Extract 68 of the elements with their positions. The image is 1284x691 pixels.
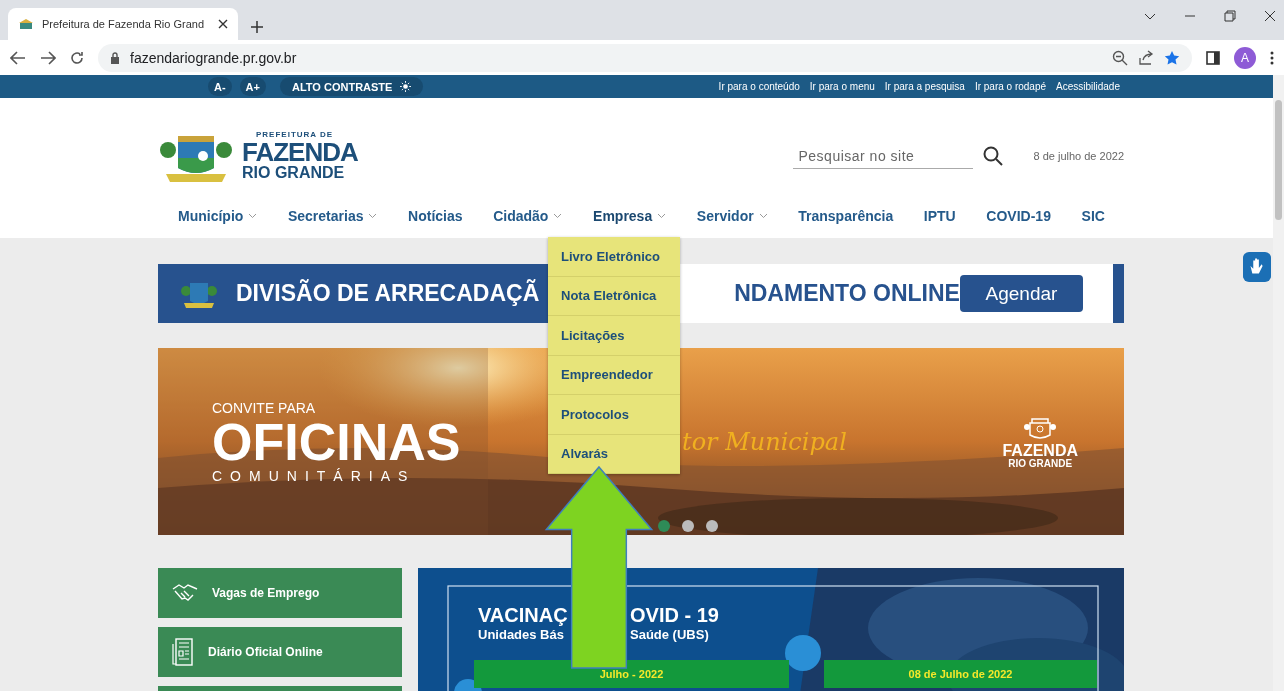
nav-item[interactable]: Transparência [798,206,894,226]
side-panel-icon[interactable] [1206,50,1220,65]
hero-logo-subname: RIO GRANDE [1008,458,1073,469]
skip-link[interactable]: Ir para a pesquisa [884,81,965,92]
nav-item[interactable]: COVID-19 [986,206,1051,226]
address-bar[interactable]: fazendariogrande.pr.gov.br [98,43,1192,72]
date-banner: Julho - 2022 [474,660,789,688]
logo-subname: RIO GRANDE [242,165,346,181]
nav-item[interactable]: Empresa [593,206,667,226]
nav-item[interactable]: IPTU [923,206,956,226]
lock-icon [110,51,120,64]
forward-icon[interactable] [40,50,56,65]
menu-item[interactable]: Empreendedor [548,355,680,395]
skip-link[interactable]: Ir para o rodapé [974,81,1047,92]
accessibility-hand-icon[interactable] [1243,252,1271,282]
schedule-button[interactable]: Agendar [959,275,1084,312]
restore-icon[interactable] [1224,10,1236,22]
profile-avatar[interactable]: A [1234,46,1256,69]
new-tab-icon[interactable] [250,20,264,34]
date-banner: 08 de Julho de 2022 [824,660,1097,688]
current-date: 8 de julho de 2022 [1033,150,1124,162]
back-icon[interactable] [10,50,26,65]
nav-item[interactable]: Secretarias [287,206,378,226]
browser-tab[interactable]: Prefeitura de Fazenda Rio Grand [8,8,238,40]
menu-icon[interactable] [1270,50,1274,65]
nav-item[interactable]: Servidor [696,206,768,226]
nav-item[interactable]: Notícias [408,206,463,226]
menu-item[interactable]: Nota Eletrônica [548,276,680,316]
close-icon[interactable] [1264,10,1276,22]
scrollbar-thumb[interactable] [1275,100,1282,220]
hero-logo-name: FAZENDA [1002,442,1078,459]
hero-title: OFICINAS [212,415,462,468]
hero-subtitle: COMUNITÁRIAS [212,467,417,484]
menu-item[interactable]: Licitações [548,316,680,356]
menu-item[interactable]: Livro Eletrônico [548,237,680,277]
skip-link[interactable]: Ir para o menu [809,81,875,92]
font-size-button[interactable]: A+ [239,77,266,96]
search-icon[interactable] [983,146,1004,166]
nav-item[interactable]: Município [178,206,258,226]
star-icon[interactable] [1164,49,1180,66]
banner-title: NDAMENTO ONLINE [734,280,960,307]
font-size-button[interactable]: A- [208,77,232,96]
nav-item[interactable]: Cidadão [493,206,563,226]
crest-icon [18,18,34,30]
skip-link[interactable]: Ir para o conteúdo [718,81,800,92]
sun-icon [400,81,412,92]
hero-kicker: CONVITE PARA [212,399,317,416]
skip-link[interactable]: Acessibilidade [1056,81,1120,92]
contrast-button[interactable]: ALTO CONTRASTE [280,77,424,96]
zoom-out-icon[interactable] [1112,49,1128,66]
close-icon[interactable] [218,19,228,29]
reload-icon[interactable] [70,50,84,65]
banner-title: DIVISÃO DE ARRECADAÇÃ [236,280,540,307]
logo-kicker: PREFEITURA DE [256,131,335,139]
newspaper-icon [172,638,194,666]
quick-link-button[interactable]: Diário Oficial Online [158,627,402,677]
card-title: VACINAÇ [478,604,569,627]
logo-name: FAZENDA [242,139,358,165]
handshake-icon [172,583,198,603]
menu-item[interactable]: Protocolos [548,395,680,435]
card-title: OVID - 19 [630,604,720,627]
quick-link-button[interactable]: Vagas de Emprego [158,568,402,618]
banner-stripe [1113,264,1124,323]
card-subtitle: Saúde (UBS) [630,627,710,642]
card-subtitle: Unidades Bás [478,627,565,642]
share-icon[interactable] [1138,49,1154,66]
nav-item[interactable]: SIC [1081,206,1105,226]
hero-script-text: tor Municipal [682,427,847,456]
